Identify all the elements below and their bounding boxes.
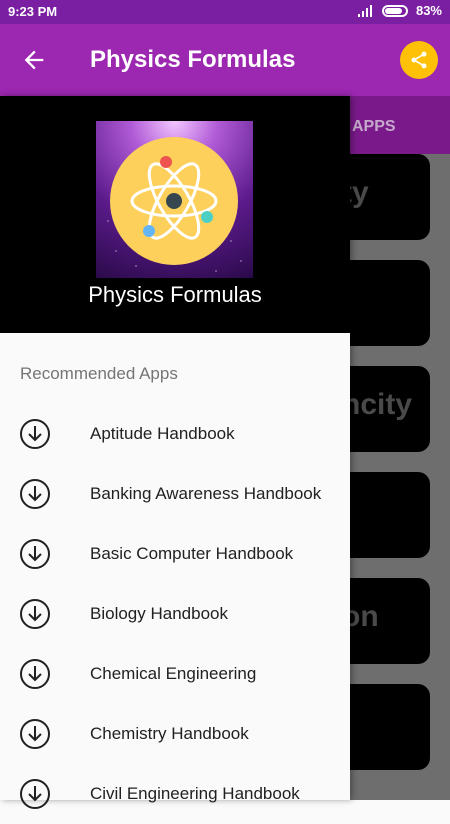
download-icon xyxy=(20,539,50,569)
recommended-app-label: Aptitude Handbook xyxy=(90,424,235,443)
recommended-app-item[interactable]: Banking Awareness Handbook xyxy=(0,464,350,524)
download-icon xyxy=(20,419,50,449)
app-logo xyxy=(96,121,253,278)
recommended-app-label: Civil Engineering Handbook xyxy=(90,784,300,803)
battery-icon xyxy=(381,4,408,17)
section-title: Recommended Apps xyxy=(20,364,178,383)
drawer-header: Physics Formulas xyxy=(0,96,350,333)
arrow-back-icon[interactable] xyxy=(20,46,48,74)
download-icon xyxy=(20,599,50,629)
recommended-app-item[interactable]: Chemistry Handbook xyxy=(0,704,350,764)
status-time: 9:23 PM xyxy=(8,4,58,19)
navigation-drawer: Physics Formulas Recommended Apps Aptitu… xyxy=(0,96,350,809)
recommended-app-item[interactable]: Basic Computer Handbook xyxy=(0,524,350,584)
recommended-app-item[interactable]: Chemical Engineering xyxy=(0,644,350,704)
download-icon xyxy=(20,659,50,689)
status-bar: 9:23 PM 83% xyxy=(0,0,450,24)
recommended-app-item[interactable]: Civil Engineering Handbook xyxy=(0,764,350,824)
signal-icon xyxy=(357,4,374,17)
battery-percent: 83% xyxy=(415,3,442,18)
drawer-header-title: Physics Formulas xyxy=(88,282,262,307)
app-title: Physics Formulas xyxy=(90,46,296,73)
recommended-app-label: Chemistry Handbook xyxy=(90,724,249,743)
share-button[interactable] xyxy=(400,41,438,79)
recommended-app-label: Biology Handbook xyxy=(90,604,228,623)
download-icon xyxy=(20,719,50,749)
recommended-app-label: Basic Computer Handbook xyxy=(90,544,294,563)
share-icon xyxy=(411,51,427,69)
recommended-app-label: Banking Awareness Handbook xyxy=(90,484,322,503)
recommended-app-label: Chemical Engineering xyxy=(90,664,257,683)
download-icon xyxy=(20,779,50,809)
recommended-app-item[interactable]: Biology Handbook xyxy=(0,584,350,644)
app-bar: Physics Formulas xyxy=(0,24,450,96)
background-tab-label: APPS xyxy=(352,118,396,135)
download-icon xyxy=(20,479,50,509)
recommended-app-item[interactable]: Aptitude Handbook xyxy=(0,404,350,464)
